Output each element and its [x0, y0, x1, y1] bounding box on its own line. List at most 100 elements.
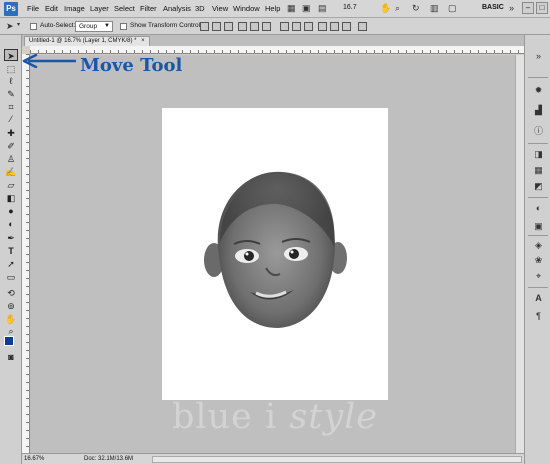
menu-edit[interactable]: Edit — [45, 4, 58, 13]
document-canvas[interactable] — [162, 108, 388, 400]
document-size[interactable]: Doc: 32.1M/13.6M — [84, 456, 133, 462]
minimize-button[interactable]: – — [522, 2, 534, 14]
menu-analysis[interactable]: Analysis — [163, 4, 191, 13]
auto-select-checkbox[interactable] — [30, 23, 37, 30]
photoshop-logo: Ps — [4, 2, 18, 16]
histogram-icon[interactable]: ▟ — [533, 105, 544, 116]
path-select-tool-icon[interactable]: ➚ — [4, 258, 18, 270]
auto-align-layers-icon[interactable] — [358, 22, 367, 31]
shape-tool-icon[interactable]: ▭ — [4, 271, 18, 283]
close-icon[interactable]: × — [141, 38, 145, 44]
align-vcenter-icon[interactable] — [212, 22, 221, 31]
align-top-icon[interactable] — [200, 22, 209, 31]
adjustments-icon[interactable]: ◐ — [533, 203, 544, 214]
quick-select-tool-icon[interactable]: ✎ — [4, 88, 18, 100]
horizontal-scrollbar[interactable] — [152, 456, 522, 463]
align-right-icon[interactable] — [262, 22, 271, 31]
menu-view[interactable]: View — [212, 4, 228, 13]
layers-icon[interactable]: ◈ — [533, 240, 544, 251]
vertical-scrollbar[interactable] — [515, 55, 524, 453]
options-bar: ➤ ▾ Auto-Select: Group ▼ Show Transform … — [0, 18, 550, 35]
document-tab-bar: Untitled-1 @ 16.7% (Layer 1, CMYK/8) * × — [22, 35, 550, 46]
align-left-icon[interactable] — [238, 22, 247, 31]
minibridge-icon[interactable]: ▣ — [302, 3, 311, 14]
align-bottom-icon[interactable] — [224, 22, 233, 31]
distribute-vcenter-icon[interactable] — [292, 22, 301, 31]
align-hcenter-icon[interactable] — [250, 22, 259, 31]
menu-image[interactable]: Image — [64, 4, 85, 13]
zoom-readout[interactable]: 16.67% — [24, 456, 44, 462]
move-tool-preset-icon[interactable]: ➤ — [6, 21, 14, 32]
rotate-view-icon[interactable]: ↻ — [412, 3, 420, 14]
screen-mode-icon[interactable]: ▢ — [448, 3, 457, 14]
3d-orbit-tool-icon[interactable]: ⊚ — [4, 300, 18, 312]
distribute-left-icon[interactable] — [318, 22, 327, 31]
maximize-button[interactable]: □ — [536, 2, 548, 14]
menu-help[interactable]: Help — [265, 4, 280, 13]
collapse-panels-icon[interactable]: » — [533, 51, 544, 62]
distribute-bottom-icon[interactable] — [304, 22, 313, 31]
show-transform-checkbox[interactable] — [120, 23, 127, 30]
eraser-tool-icon[interactable]: ▱ — [4, 179, 18, 191]
crop-tool-icon[interactable]: ⌗ — [4, 101, 18, 113]
document-tab[interactable]: Untitled-1 @ 16.7% (Layer 1, CMYK/8) * × — [24, 36, 150, 46]
vertical-ruler[interactable] — [22, 54, 30, 454]
auto-select-dropdown[interactable]: Group ▼ — [75, 21, 113, 32]
distribute-top-icon[interactable] — [280, 22, 289, 31]
history-brush-tool-icon[interactable]: ✍ — [4, 166, 18, 178]
swatches-icon[interactable]: ▦ — [533, 165, 544, 176]
brush-tool-icon[interactable]: ✐ — [4, 140, 18, 152]
foreground-color-swatch[interactable] — [4, 336, 14, 346]
distribute-hcenter-icon[interactable] — [330, 22, 339, 31]
menu-filter[interactable]: Filter — [140, 4, 157, 13]
menu-layer[interactable]: Layer — [90, 4, 109, 13]
masks-icon[interactable]: ▣ — [533, 221, 544, 232]
blur-tool-icon[interactable]: ● — [4, 205, 18, 217]
workspace-chevron-icon[interactable]: » — [509, 3, 514, 13]
styles-icon[interactable]: ◩ — [533, 181, 544, 192]
info-icon[interactable]: ⓘ — [533, 126, 544, 137]
zoom-icon[interactable]: ⌕ — [395, 3, 400, 14]
navigator-icon[interactable]: ✹ — [533, 85, 544, 96]
dodge-tool-icon[interactable]: ◐ — [4, 218, 18, 230]
menu-3d[interactable]: 3D — [195, 4, 205, 13]
menu-file[interactable]: File — [27, 4, 39, 13]
clone-stamp-tool-icon[interactable]: ♙ — [4, 153, 18, 165]
horizontal-ruler[interactable] — [30, 46, 524, 54]
color-icon[interactable]: ◨ — [533, 149, 544, 160]
character-icon[interactable]: A — [533, 293, 544, 304]
auto-select-label: Auto-Select: — [40, 22, 76, 29]
bridge-icon[interactable]: ▦ — [287, 3, 296, 14]
menu-window[interactable]: Window — [233, 4, 260, 13]
lasso-tool-icon[interactable]: ℓ — [4, 75, 18, 87]
paragraph-icon[interactable]: ¶ — [533, 311, 544, 322]
workspace-switcher[interactable]: BASIC — [482, 4, 504, 11]
menu-select[interactable]: Select — [114, 4, 135, 13]
pen-tool-icon[interactable]: ✒ — [4, 232, 18, 244]
hand-tool-icon[interactable]: ✋ — [4, 313, 18, 325]
paths-icon[interactable]: ⌖ — [533, 271, 544, 282]
eyedropper-tool-icon[interactable]: ⁄ — [4, 113, 18, 125]
chevron-down-icon: ▼ — [104, 23, 110, 29]
auto-select-value: Group — [79, 23, 98, 30]
move-tool-icon[interactable]: ➤ — [4, 49, 18, 61]
watermark-text-italic: style — [289, 397, 379, 437]
marquee-tool-icon[interactable]: ⬚ — [4, 63, 18, 75]
type-tool-icon[interactable]: T — [4, 245, 18, 257]
quick-mask-icon[interactable]: ◙ — [4, 351, 18, 363]
extras-icon[interactable]: ▤ — [318, 3, 327, 14]
panel-dock: » ✹ ▟ ⓘ ◨ ▦ ◩ ◐ ▣ ◈ ❀ ⌖ A ¶ — [524, 35, 550, 464]
canvas-area[interactable] — [30, 55, 515, 453]
baby-face-photo — [204, 171, 347, 328]
channels-icon[interactable]: ❀ — [533, 255, 544, 266]
gradient-tool-icon[interactable]: ◧ — [4, 192, 18, 204]
healing-brush-tool-icon[interactable]: ✚ — [4, 127, 18, 139]
arrange-documents-icon[interactable]: ▥ — [430, 3, 439, 14]
3d-rotate-tool-icon[interactable]: ⟲ — [4, 287, 18, 299]
preset-chevron-icon[interactable]: ▾ — [17, 21, 20, 28]
zoom-level[interactable]: 16.7 — [343, 4, 357, 11]
status-bar: 16.67% Doc: 32.1M/13.6M — [22, 453, 524, 464]
annotation-arrow-icon — [22, 54, 76, 68]
hand-tool-icon[interactable]: ✋ — [380, 3, 391, 14]
distribute-right-icon[interactable] — [342, 22, 351, 31]
